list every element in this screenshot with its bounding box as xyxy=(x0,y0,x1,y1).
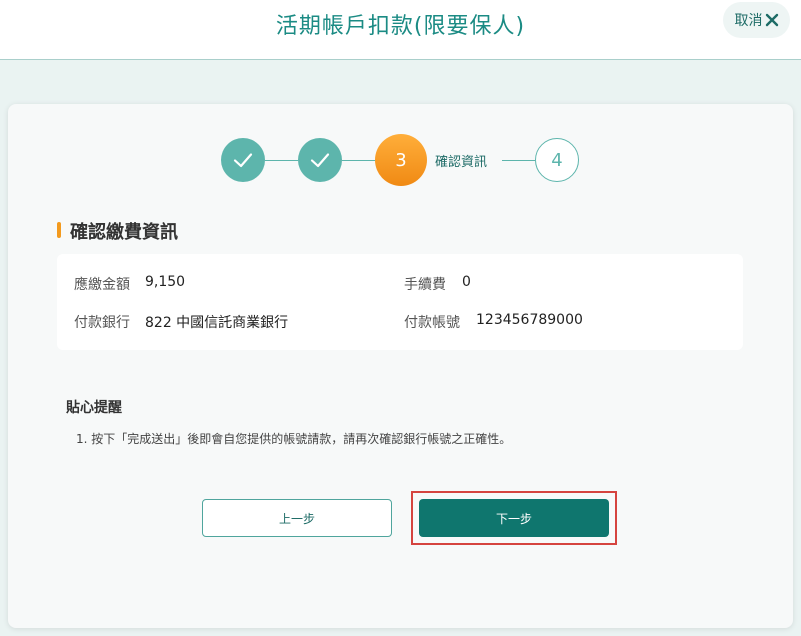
cancel-button[interactable]: 取消 xyxy=(723,2,790,38)
section-accent-bar xyxy=(57,222,61,238)
amount-label: 應繳金額 xyxy=(74,277,130,293)
content-card: 3 確認資訊 4 確認繳費資訊 應繳金額 9,150 手續費 0 付款銀行 82… xyxy=(8,104,793,628)
section-title: 確認繳費資訊 xyxy=(70,222,178,243)
step-4-pending: 4 xyxy=(535,138,579,182)
previous-step-button[interactable]: 上一步 xyxy=(202,499,392,537)
step-connector xyxy=(265,160,298,161)
bank-label: 付款銀行 xyxy=(74,315,130,331)
fee-value: 0 xyxy=(462,274,471,290)
payment-info-box: 應繳金額 9,150 手續費 0 付款銀行 822 中國信託商業銀行 付款帳號 … xyxy=(57,254,743,350)
account-value: 123456789000 xyxy=(476,312,583,328)
step-2-done xyxy=(298,138,342,182)
tips-title: 貼心提醒 xyxy=(66,400,122,416)
check-icon xyxy=(310,153,330,168)
tips-item: 1. 按下「完成送出」後即會自您提供的帳號請款，請再次確認銀行帳號之正確性。 xyxy=(76,432,512,446)
check-icon xyxy=(233,153,253,168)
step-connector xyxy=(342,160,375,161)
fee-label: 手續費 xyxy=(404,277,446,293)
step-3-current: 3 xyxy=(375,134,427,186)
account-label: 付款帳號 xyxy=(404,315,460,331)
close-icon xyxy=(765,13,778,27)
step-connector xyxy=(502,160,535,161)
next-step-button[interactable]: 下一步 xyxy=(419,499,609,537)
amount-value: 9,150 xyxy=(145,274,186,290)
bank-value: 822 中國信託商業銀行 xyxy=(145,315,289,331)
cancel-label: 取消 xyxy=(734,13,763,29)
step-3-label: 確認資訊 xyxy=(435,155,488,170)
page-title: 活期帳戶扣款(限要保人) xyxy=(275,14,526,39)
step-1-done xyxy=(221,138,265,182)
header: 活期帳戶扣款(限要保人) 取消 xyxy=(0,0,801,60)
